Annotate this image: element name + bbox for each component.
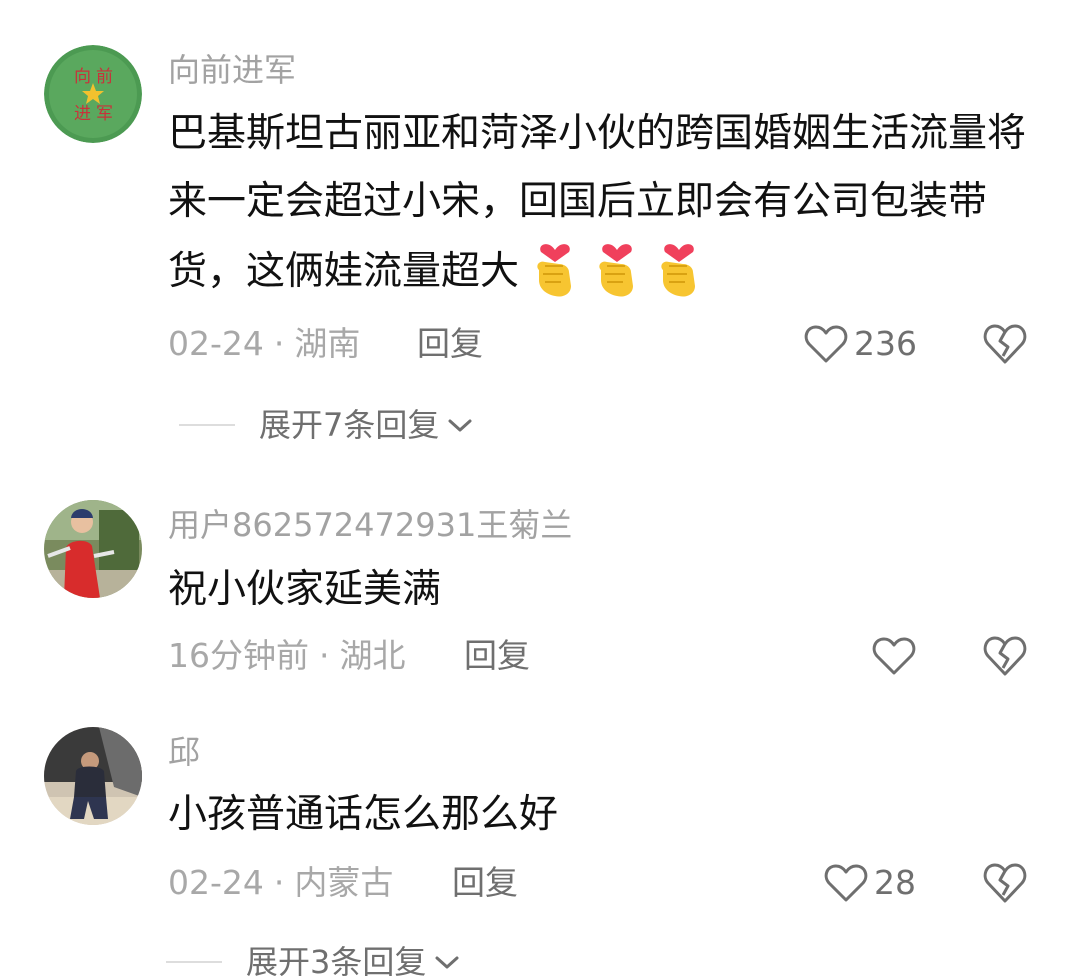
comment-username[interactable]: 用户862572472931王菊兰 [168, 505, 572, 545]
expand-replies-label: 展开7条回复 [259, 406, 440, 444]
heart-outline-icon [824, 864, 868, 902]
like-button[interactable] [872, 634, 922, 678]
comment-username[interactable]: 向前进军 [168, 50, 296, 90]
dislike-button[interactable] [982, 634, 1028, 678]
broken-heart-icon [983, 636, 1027, 676]
like-count: 28 [874, 863, 916, 902]
finger-heart-emoji [599, 244, 634, 297]
expand-replies-label: 展开3条回复 [246, 943, 427, 976]
like-count: 236 [854, 324, 917, 363]
chevron-down-icon [448, 419, 472, 432]
divider-line [179, 424, 235, 426]
expand-replies-button[interactable]: 展开3条回复 [166, 940, 462, 976]
army-emblem-avatar: 向 前 进 军 [44, 45, 142, 143]
reply-button[interactable]: 回复 [464, 634, 530, 678]
reply-button[interactable]: 回复 [417, 322, 483, 366]
comment-meta: 02-24 · 内蒙古 [168, 861, 393, 905]
svg-text:前: 前 [96, 67, 113, 87]
woman-photo-avatar [44, 500, 142, 598]
finger-heart-emoji [537, 244, 572, 297]
comment-location: 湖南 [294, 324, 361, 363]
avatar[interactable] [44, 727, 142, 825]
divider-line [166, 961, 222, 963]
finger-heart-emoji [661, 244, 696, 297]
comment-list: 向 前 进 军 向前进军 巴基斯坦古丽亚和菏泽小伙的跨国婚姻生活流量将来一定会超… [0, 0, 1079, 976]
comment-text: 巴基斯坦古丽亚和菏泽小伙的跨国婚姻生活流量将来一定会超过小宋，回国后立即会有公司… [168, 100, 1038, 306]
svg-text:向: 向 [74, 67, 91, 87]
heart-outline-icon [804, 325, 848, 363]
comment-text: 小孩普通话怎么那么好 [168, 792, 559, 837]
comment-text: 祝小伙家延美满 [168, 567, 442, 612]
comment-meta: 16分钟前 · 湖北 [168, 634, 406, 678]
comment-date: 02-24 [168, 863, 264, 902]
comment-username[interactable]: 邱 [168, 732, 200, 772]
heart-outline-icon [872, 637, 916, 675]
avatar[interactable]: 向 前 进 军 [44, 45, 142, 143]
reply-button[interactable]: 回复 [452, 861, 518, 905]
like-button[interactable]: 236 [804, 322, 917, 366]
like-button[interactable]: 28 [824, 861, 916, 905]
broken-heart-icon [983, 324, 1027, 364]
broken-heart-icon [983, 863, 1027, 903]
comment-location: 湖北 [339, 636, 406, 675]
svg-text:进: 进 [74, 104, 91, 124]
chevron-down-icon [435, 956, 459, 969]
comment-date: 16分钟前 [168, 636, 309, 675]
expand-replies-button[interactable]: 展开7条回复 [179, 403, 475, 447]
dislike-button[interactable] [982, 322, 1028, 366]
comment-date: 02-24 [168, 324, 264, 363]
man-photo-avatar [44, 727, 142, 825]
avatar[interactable] [44, 500, 142, 598]
meta-separator: · [319, 636, 330, 675]
comment-meta: 02-24 · 湖南 [168, 322, 360, 366]
meta-separator: · [273, 863, 285, 902]
comment-location: 内蒙古 [294, 863, 394, 902]
dislike-button[interactable] [982, 861, 1028, 905]
svg-text:军: 军 [96, 104, 113, 124]
meta-separator: · [273, 324, 285, 363]
